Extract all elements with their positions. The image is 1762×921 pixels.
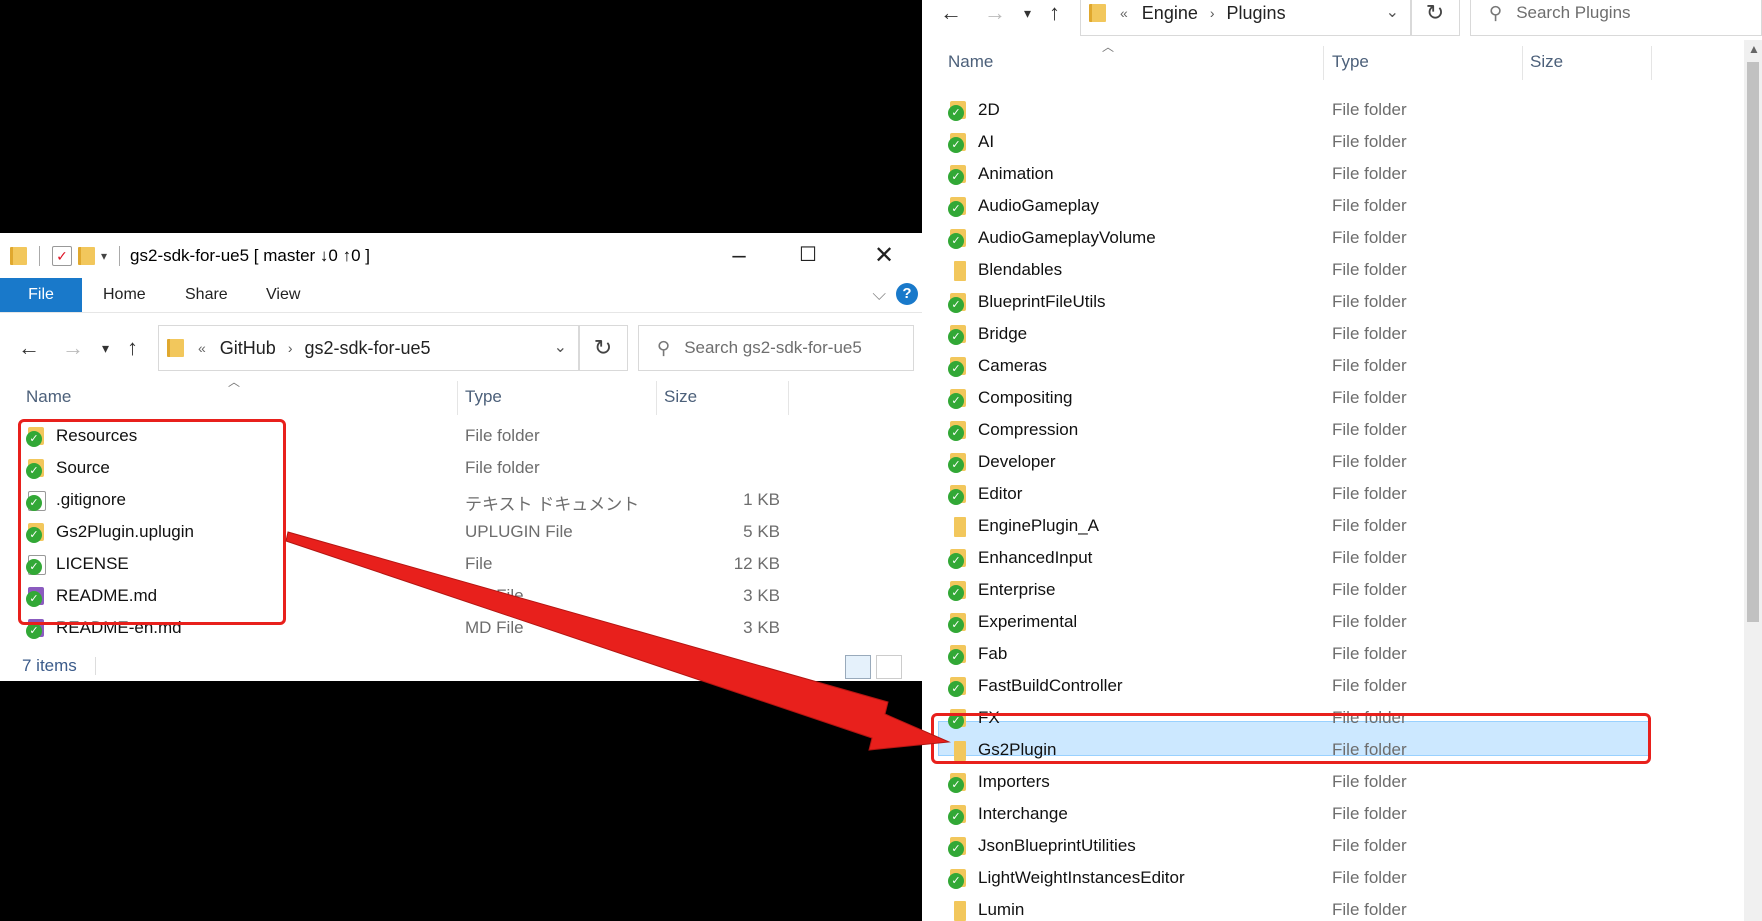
red-arrow [285,531,951,751]
red-arrow-overlay [285,531,951,751]
